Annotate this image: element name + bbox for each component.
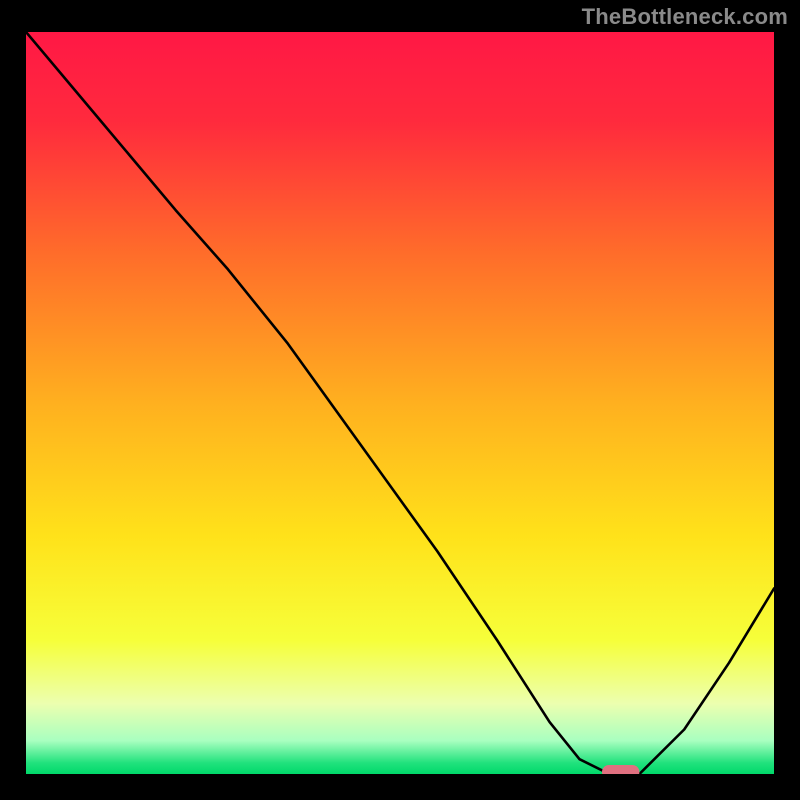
watermark-text: TheBottleneck.com [582, 4, 788, 30]
gradient-background [26, 32, 774, 774]
chart-frame: TheBottleneck.com [0, 0, 800, 800]
plot-svg [26, 32, 774, 774]
plot-area [26, 32, 774, 774]
optimal-marker [602, 765, 639, 774]
